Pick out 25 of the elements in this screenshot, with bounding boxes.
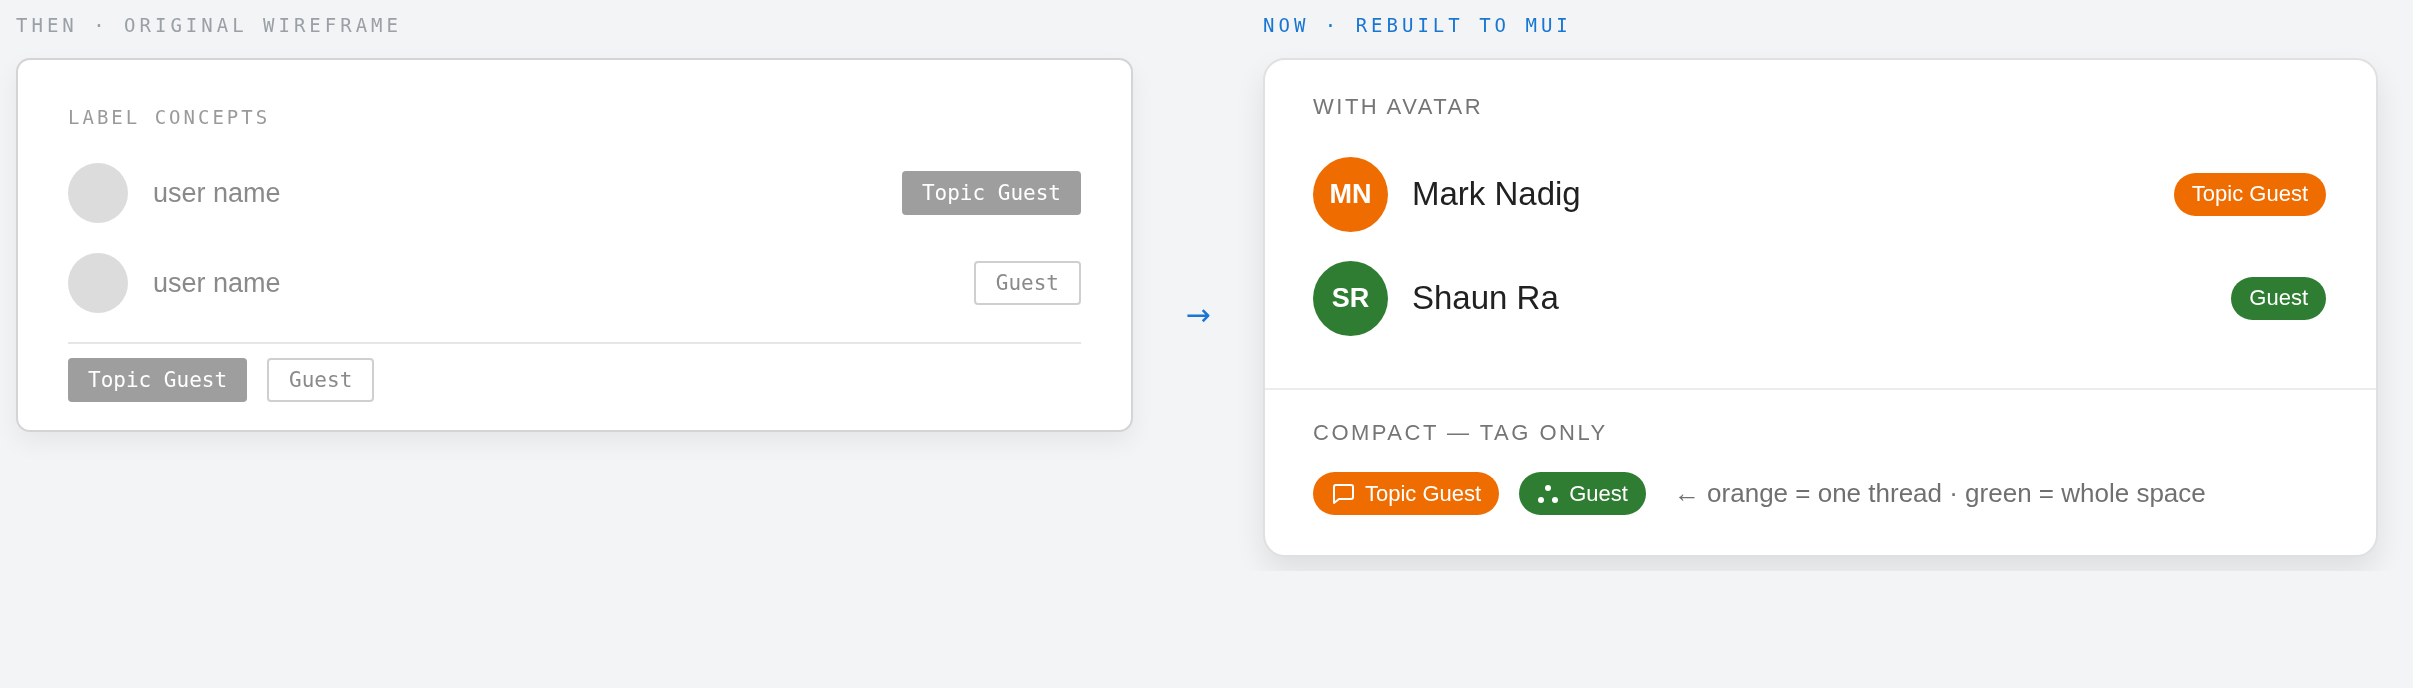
avatar-placeholder [68, 253, 128, 313]
avatar: SR [1313, 260, 1388, 336]
avatar: MN [1313, 156, 1388, 232]
role-chip: Guest [2231, 276, 2326, 320]
tag: Topic Guest [68, 358, 248, 402]
legend-text: ← orange = one thread · green = whole space [1673, 478, 2206, 509]
group-dots-icon [1537, 482, 1560, 505]
user-name: user name [153, 267, 281, 299]
user-name: Shaun Ra [1412, 279, 1559, 317]
section-title: COMPACT — TAG ONLY [1313, 420, 1608, 446]
chat-bubble-icon [1331, 481, 1355, 506]
role-chip: Guest [1519, 472, 1646, 515]
tag: Guest [973, 261, 1081, 305]
tag: Topic Guest [901, 171, 1081, 215]
role-chip: Topic Guest [2173, 172, 2326, 216]
tag: Guest [267, 358, 375, 402]
user-name: Mark Nadig [1412, 175, 1581, 213]
role-chip: Topic Guest [1313, 472, 1500, 515]
section-heading: NOW · REBUILT TO MUI [1263, 14, 1572, 38]
arrow: → [1185, 297, 1211, 332]
section-title: WITH AVATAR [1313, 94, 1484, 120]
user-name: user name [153, 177, 281, 209]
section-heading: THEN · ORIGINAL WIREFRAME [16, 14, 402, 38]
card-title: LABEL CONCEPTS [68, 106, 271, 128]
avatar-placeholder [68, 163, 128, 223]
